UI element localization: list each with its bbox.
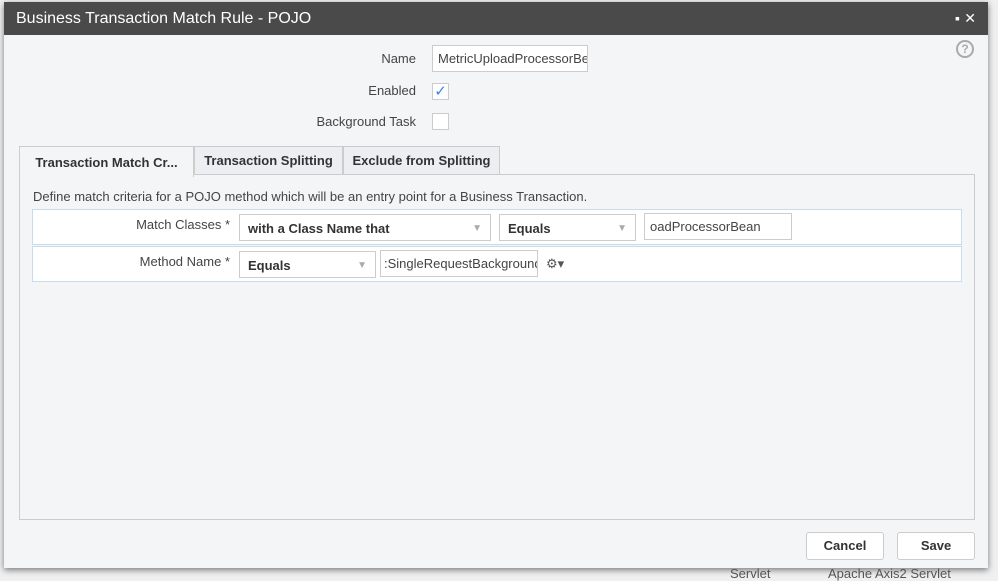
maximize-icon[interactable]: ▪ <box>955 2 960 35</box>
tab-panel: Define match criteria for a POJO method … <box>19 174 975 520</box>
method-name-input[interactable]: :SingleRequestBackground <box>380 250 538 277</box>
dialog-title: Business Transaction Match Rule - POJO <box>16 10 312 27</box>
class-operator-select[interactable]: Equals ▼ <box>499 214 636 241</box>
help-icon[interactable]: ? <box>956 40 974 58</box>
gear-icon[interactable]: ⚙▾ <box>546 256 564 272</box>
chevron-down-icon: ▼ <box>617 223 627 234</box>
select-value: Equals <box>508 221 551 236</box>
method-name-row: Method Name * Equals ▼ :SingleRequestBack… <box>32 246 962 282</box>
method-operator-select[interactable]: Equals ▼ <box>239 251 376 278</box>
background-task-label: Background Task <box>316 114 417 129</box>
tab-transaction-splitting[interactable]: Transaction Splitting <box>194 146 343 175</box>
match-classes-label: Match Classes * <box>136 217 230 232</box>
class-name-input[interactable]: oadProcessorBean <box>644 213 792 240</box>
close-icon[interactable]: ✕ <box>964 2 976 35</box>
tab-exclude-from-splitting[interactable]: Exclude from Splitting <box>343 146 500 175</box>
cancel-button[interactable]: Cancel <box>806 532 884 560</box>
background-task-checkbox[interactable] <box>432 113 449 130</box>
enabled-label: Enabled <box>368 83 416 98</box>
name-label: Name <box>381 51 416 66</box>
match-rule-dialog: Business Transaction Match Rule - POJO ▪… <box>4 2 988 568</box>
background-cell: Servlet <box>730 566 771 581</box>
description: Define match criteria for a POJO method … <box>33 189 588 204</box>
chevron-down-icon: ▼ <box>472 223 482 234</box>
dialog-title-bar: Business Transaction Match Rule - POJO ▪… <box>4 2 988 35</box>
tab-transaction-match-criteria[interactable]: Transaction Match Cr... <box>19 146 194 177</box>
name-input[interactable]: MetricUploadProcessorBea <box>432 45 588 72</box>
method-name-label: Method Name * <box>139 254 230 269</box>
chevron-down-icon: ▼ <box>357 260 367 271</box>
match-type-select[interactable]: with a Class Name that ▼ <box>239 214 491 241</box>
enabled-checkbox[interactable]: ✓ <box>432 83 449 100</box>
background-cell: Apache Axis2 Servlet <box>828 566 951 581</box>
select-value: with a Class Name that <box>248 221 390 236</box>
select-value: Equals <box>248 258 291 273</box>
match-classes-row: Match Classes * with a Class Name that ▼ … <box>32 209 962 245</box>
save-button[interactable]: Save <box>897 532 975 560</box>
